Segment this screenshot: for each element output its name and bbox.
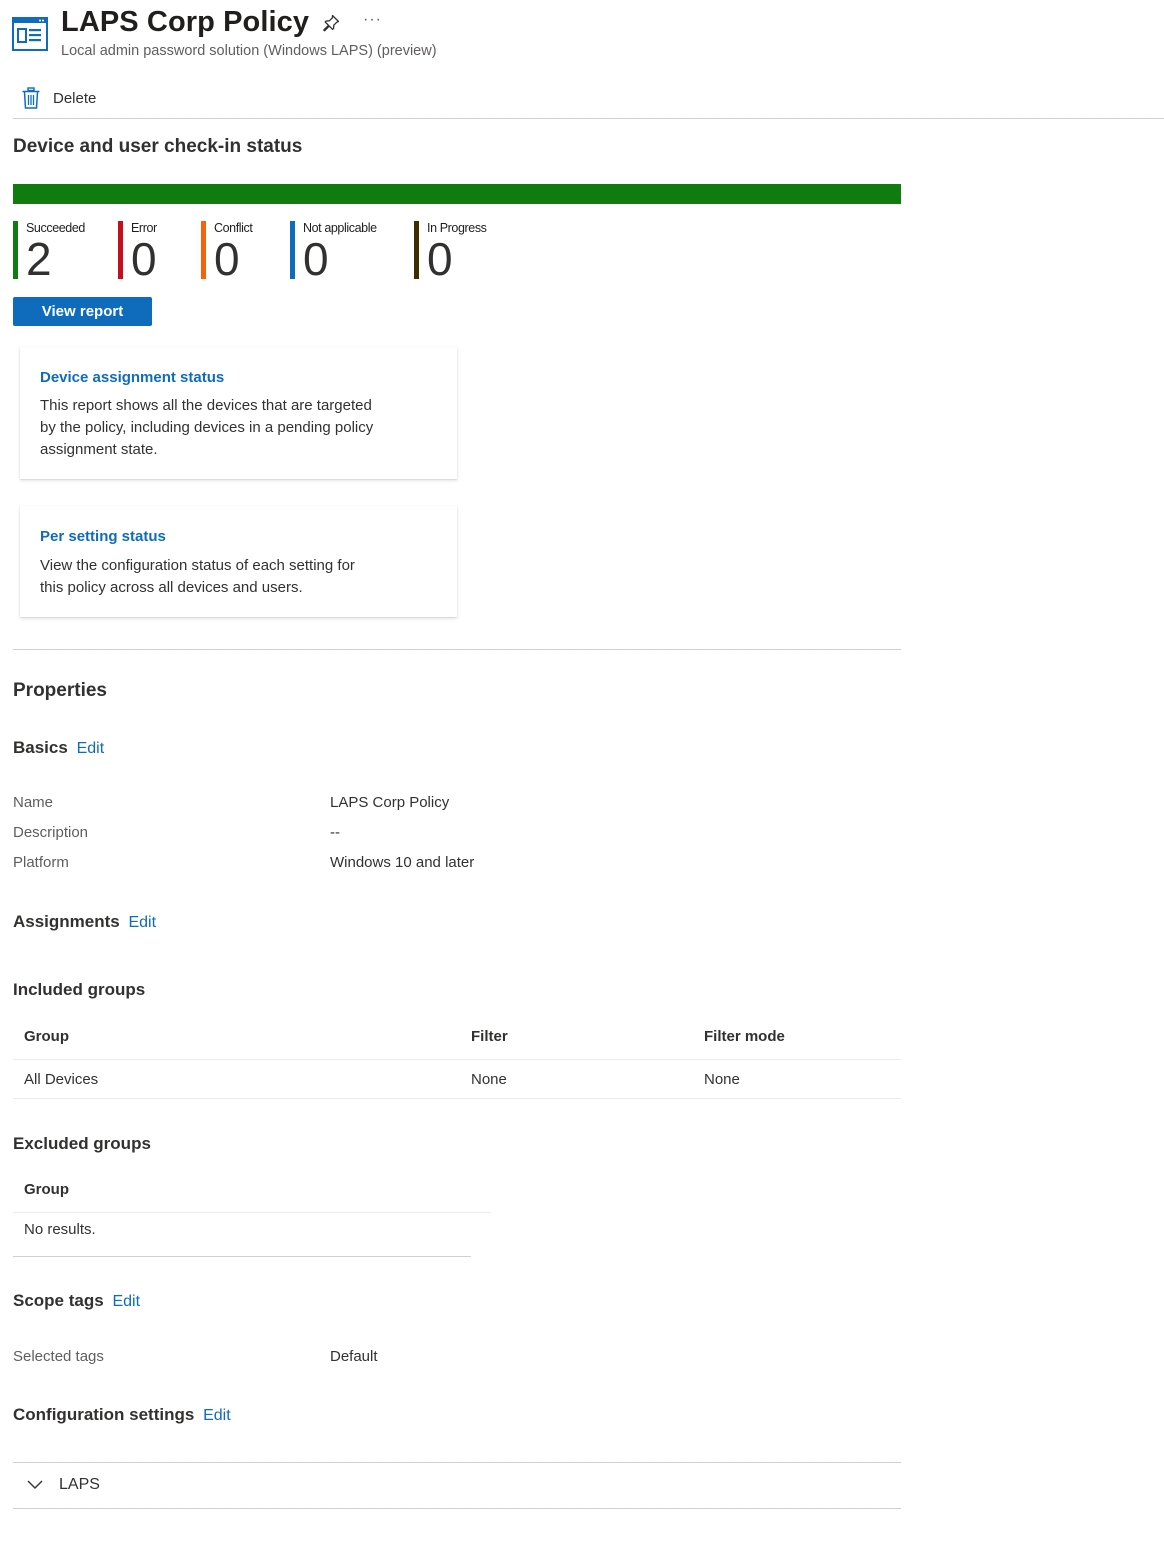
card-description: View the configuration status of each se… — [40, 557, 355, 596]
stat-error: Error 0 — [118, 221, 157, 283]
more-options-button[interactable]: ··· — [363, 11, 382, 29]
stat-value: 0 — [214, 233, 240, 285]
stat-value: 0 — [303, 233, 329, 285]
excluded-groups-title: Excluded groups — [13, 1134, 151, 1153]
trash-icon — [22, 87, 40, 109]
configuration-settings-title: Configuration settings — [13, 1405, 195, 1424]
view-report-button[interactable]: View report — [13, 297, 152, 326]
stat-not-applicable: Not applicable 0 — [290, 221, 377, 283]
stat-stripe — [290, 221, 295, 279]
configuration-settings-edit-link[interactable]: Edit — [203, 1407, 231, 1424]
properties-title: Properties — [13, 680, 107, 701]
name-label: Name — [13, 794, 54, 811]
included-groups-title: Included groups — [13, 980, 146, 999]
stat-stripe — [118, 221, 123, 279]
policy-page-icon — [12, 17, 48, 51]
table-header-divider — [13, 1212, 491, 1213]
stat-value: 0 — [427, 233, 453, 285]
platform-label: Platform — [13, 854, 69, 871]
stat-succeeded: Succeeded 2 — [13, 221, 85, 283]
table-bottom-divider — [13, 1256, 471, 1257]
description-label: Description — [13, 824, 89, 841]
selected-tags-value: Default — [330, 1348, 378, 1365]
table-row-divider — [13, 1098, 901, 1099]
scope-tags-edit-link[interactable]: Edit — [112, 1293, 140, 1310]
description-value: -- — [330, 824, 340, 841]
page-subtitle: Local admin password solution (Windows L… — [61, 43, 437, 59]
card-description: This report shows all the devices that a… — [40, 397, 374, 458]
column-header-filter: Filter — [471, 1028, 508, 1045]
per-setting-status-card[interactable]: Per setting status View the configuratio… — [20, 506, 457, 617]
column-header-filter-mode: Filter mode — [704, 1028, 785, 1045]
configuration-settings-heading: Configuration settings Edit — [13, 1405, 231, 1425]
checkin-status-title: Device and user check-in status — [13, 136, 303, 157]
pin-icon[interactable] — [321, 13, 341, 33]
laps-accordion[interactable]: LAPS — [13, 1462, 901, 1509]
page-title: LAPS Corp Policy — [61, 6, 310, 38]
card-title[interactable]: Device assignment status — [40, 369, 224, 386]
selected-tags-label: Selected tags — [13, 1348, 104, 1365]
cell-group: All Devices — [24, 1071, 99, 1088]
basics-edit-link[interactable]: Edit — [77, 740, 105, 757]
column-header-group: Group — [24, 1181, 69, 1198]
table-header-divider — [13, 1059, 901, 1060]
stat-conflict: Conflict 0 — [201, 221, 253, 283]
platform-value: Windows 10 and later — [330, 854, 475, 871]
assignments-title: Assignments — [13, 912, 120, 931]
checkin-progress-bar — [13, 184, 901, 204]
stat-value: 2 — [26, 233, 52, 285]
stat-stripe — [414, 221, 419, 279]
assignments-edit-link[interactable]: Edit — [128, 914, 156, 931]
scope-tags-heading: Scope tags Edit — [13, 1291, 140, 1311]
delete-button[interactable]: Delete — [22, 84, 96, 112]
empty-results-text: No results. — [24, 1221, 96, 1238]
name-value: LAPS Corp Policy — [330, 794, 450, 811]
scope-tags-title: Scope tags — [13, 1291, 104, 1310]
stat-stripe — [201, 221, 206, 279]
device-assignment-status-card[interactable]: Device assignment status This report sho… — [20, 347, 457, 479]
stat-in-progress: In Progress 0 — [414, 221, 487, 283]
page-header: LAPS Corp Policy ··· Local admin passwor… — [12, 6, 612, 66]
basics-heading: Basics Edit — [13, 738, 104, 758]
delete-label: Delete — [53, 89, 97, 107]
cell-filter-mode: None — [704, 1071, 740, 1088]
card-title[interactable]: Per setting status — [40, 528, 166, 545]
assignments-heading: Assignments Edit — [13, 912, 156, 932]
stat-stripe — [13, 221, 18, 279]
chevron-down-icon[interactable] — [27, 1479, 43, 1491]
accordion-label: LAPS — [59, 1476, 100, 1493]
basics-title: Basics — [13, 738, 68, 757]
cell-filter: None — [471, 1071, 507, 1088]
section-divider — [13, 649, 901, 650]
column-header-group: Group — [24, 1028, 69, 1045]
toolbar-divider — [13, 118, 1164, 119]
stat-value: 0 — [131, 233, 157, 285]
